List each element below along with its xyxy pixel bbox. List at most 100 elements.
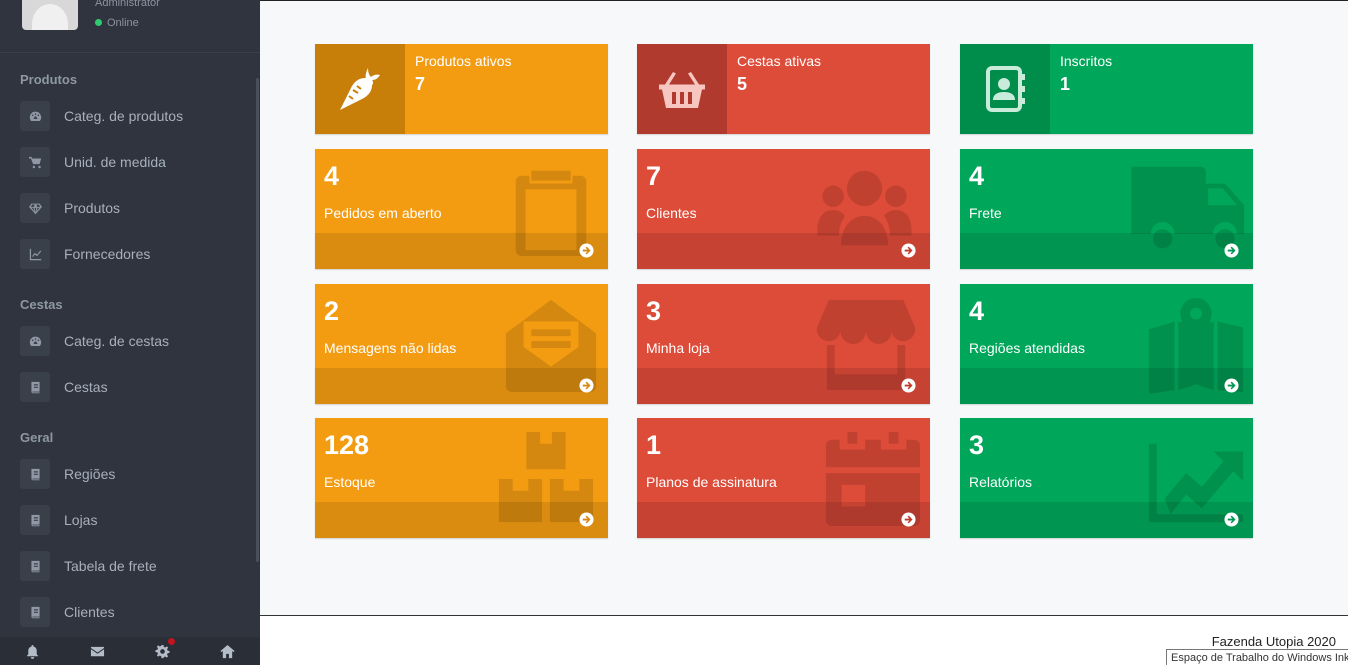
sidebar-item-label: Produtos (64, 200, 121, 216)
sidebar-item-label: Categ. de cestas (64, 333, 170, 349)
arrow-circle-right-icon[interactable] (579, 512, 594, 527)
small-box-label: Frete (969, 205, 1002, 221)
avatar[interactable] (22, 0, 78, 30)
small-box-footer[interactable] (315, 502, 608, 538)
small-box-footer[interactable] (637, 368, 930, 404)
main-content: Produtos ativos 7 Cestas ativas 5 Inscri… (260, 1, 1348, 615)
sidebar: Administrator Online Produtos Categ. de … (0, 0, 260, 665)
small-box-label: Relatórios (969, 474, 1033, 490)
sidebar-item-label: Fornecedores (64, 246, 151, 262)
bell-icon (26, 644, 39, 659)
small-box-frete[interactable]: 4 Frete (960, 149, 1253, 269)
tooltip: Espaço de Trabalho do Windows Ink (1166, 649, 1348, 665)
sidebar-item-lojas[interactable]: Lojas (20, 504, 250, 536)
arrow-circle-right-icon[interactable] (1224, 512, 1239, 527)
footer: Fazenda Utopia 2020 Espaço de Trabalho d… (260, 616, 1348, 665)
small-box-footer[interactable] (315, 368, 608, 404)
envelope-icon (90, 646, 105, 656)
dashboard-icon (20, 326, 50, 356)
sidebar-item-cestas[interactable]: Cestas (20, 371, 250, 403)
small-box-estoque[interactable]: 128 Estoque (315, 418, 608, 538)
arrow-circle-right-icon[interactable] (579, 378, 594, 393)
cart-icon (20, 147, 50, 177)
small-box-number: 128 (324, 430, 370, 460)
chart-icon (20, 239, 50, 269)
small-box-pedidos[interactable]: 4 Pedidos em aberto (315, 149, 608, 269)
small-box-footer[interactable] (960, 502, 1253, 538)
basket-icon (637, 44, 727, 134)
small-box-label: Planos de assinatura (646, 474, 777, 490)
sidebar-item-label: Regiões (64, 466, 116, 482)
settings-button[interactable] (130, 637, 195, 665)
small-box-number: 2 (324, 296, 340, 326)
info-box-label: Inscritos (1060, 53, 1113, 69)
small-box-label: Pedidos em aberto (324, 205, 442, 221)
arrow-circle-right-icon[interactable] (1224, 378, 1239, 393)
small-box-footer[interactable] (960, 368, 1253, 404)
small-box-clientes[interactable]: 7 Clientes (637, 149, 930, 269)
small-box-label: Mensagens não lidas (324, 340, 457, 356)
small-box-label: Minha loja (646, 340, 710, 356)
small-box-label: Clientes (646, 205, 697, 221)
arrow-circle-right-icon[interactable] (901, 512, 916, 527)
small-box-mensagens[interactable]: 2 Mensagens não lidas (315, 284, 608, 404)
info-box-inscritos[interactable]: Inscritos 1 (960, 44, 1253, 134)
carrot-icon (315, 44, 405, 134)
sidebar-item-categ-cestas[interactable]: Categ. de cestas (20, 325, 250, 357)
sidebar-item-fornecedores[interactable]: Fornecedores (20, 238, 250, 270)
small-box-footer[interactable] (315, 233, 608, 269)
address-book-icon (960, 44, 1050, 134)
info-box-cestas-ativas[interactable]: Cestas ativas 5 (637, 44, 930, 134)
messages-button[interactable] (65, 637, 130, 665)
sidebar-item-regioes[interactable]: Regiões (20, 458, 250, 490)
sidebar-item-clientes[interactable]: Clientes (20, 596, 250, 628)
small-box-label: Estoque (324, 474, 376, 490)
book-icon (20, 597, 50, 627)
gear-icon (155, 644, 170, 658)
small-box-footer[interactable] (637, 233, 930, 269)
sidebar-scrollbar[interactable] (256, 78, 259, 562)
info-box-value: 7 (415, 74, 426, 94)
info-box-value: 5 (737, 74, 748, 94)
small-box-number: 4 (969, 296, 985, 326)
small-box-planos[interactable]: 1 Planos de assinatura (637, 418, 930, 538)
arrow-circle-right-icon[interactable] (579, 243, 594, 258)
small-box-number: 7 (646, 161, 662, 191)
section-cestas: Cestas (20, 297, 63, 312)
sidebar-item-categ-produtos[interactable]: Categ. de produtos (20, 100, 250, 132)
info-box-produtos-ativos[interactable]: Produtos ativos 7 (315, 44, 608, 134)
small-box-footer[interactable] (960, 233, 1253, 269)
sidebar-item-unid-medida[interactable]: Unid. de medida (20, 146, 250, 178)
home-icon (220, 644, 235, 658)
book-icon (20, 551, 50, 581)
sidebar-item-label: Unid. de medida (64, 154, 166, 170)
info-box-label: Produtos ativos (415, 53, 512, 69)
small-box-minha-loja[interactable]: 3 Minha loja (637, 284, 930, 404)
book-icon (20, 372, 50, 402)
user-name: Administrator (95, 0, 160, 9)
sidebar-item-label: Cestas (64, 379, 108, 395)
info-box-label: Cestas ativas (737, 53, 822, 69)
arrow-circle-right-icon[interactable] (1224, 243, 1239, 258)
settings-badge (168, 638, 175, 645)
dashboard-icon (20, 101, 50, 131)
sidebar-item-label: Tabela de frete (64, 558, 157, 574)
sidebar-item-label: Lojas (64, 512, 98, 528)
user-panel: Administrator Online (0, 0, 260, 53)
small-box-relatorios[interactable]: 3 Relatórios (960, 418, 1253, 538)
section-geral: Geral (20, 430, 54, 445)
diamond-icon (20, 193, 50, 223)
sidebar-item-label: Clientes (64, 604, 115, 620)
sidebar-item-produtos[interactable]: Produtos (20, 192, 250, 224)
home-button[interactable] (195, 637, 260, 665)
arrow-circle-right-icon[interactable] (901, 378, 916, 393)
sidebar-item-tabela-frete[interactable]: Tabela de frete (20, 550, 250, 582)
small-box-number: 3 (969, 430, 985, 460)
book-icon (20, 459, 50, 489)
small-box-regioes[interactable]: 4 Regiões atendidas (960, 284, 1253, 404)
small-box-number: 1 (646, 430, 662, 460)
small-box-footer[interactable] (637, 502, 930, 538)
arrow-circle-right-icon[interactable] (901, 243, 916, 258)
small-box-label: Regiões atendidas (969, 340, 1085, 356)
notifications-button[interactable] (0, 637, 65, 665)
